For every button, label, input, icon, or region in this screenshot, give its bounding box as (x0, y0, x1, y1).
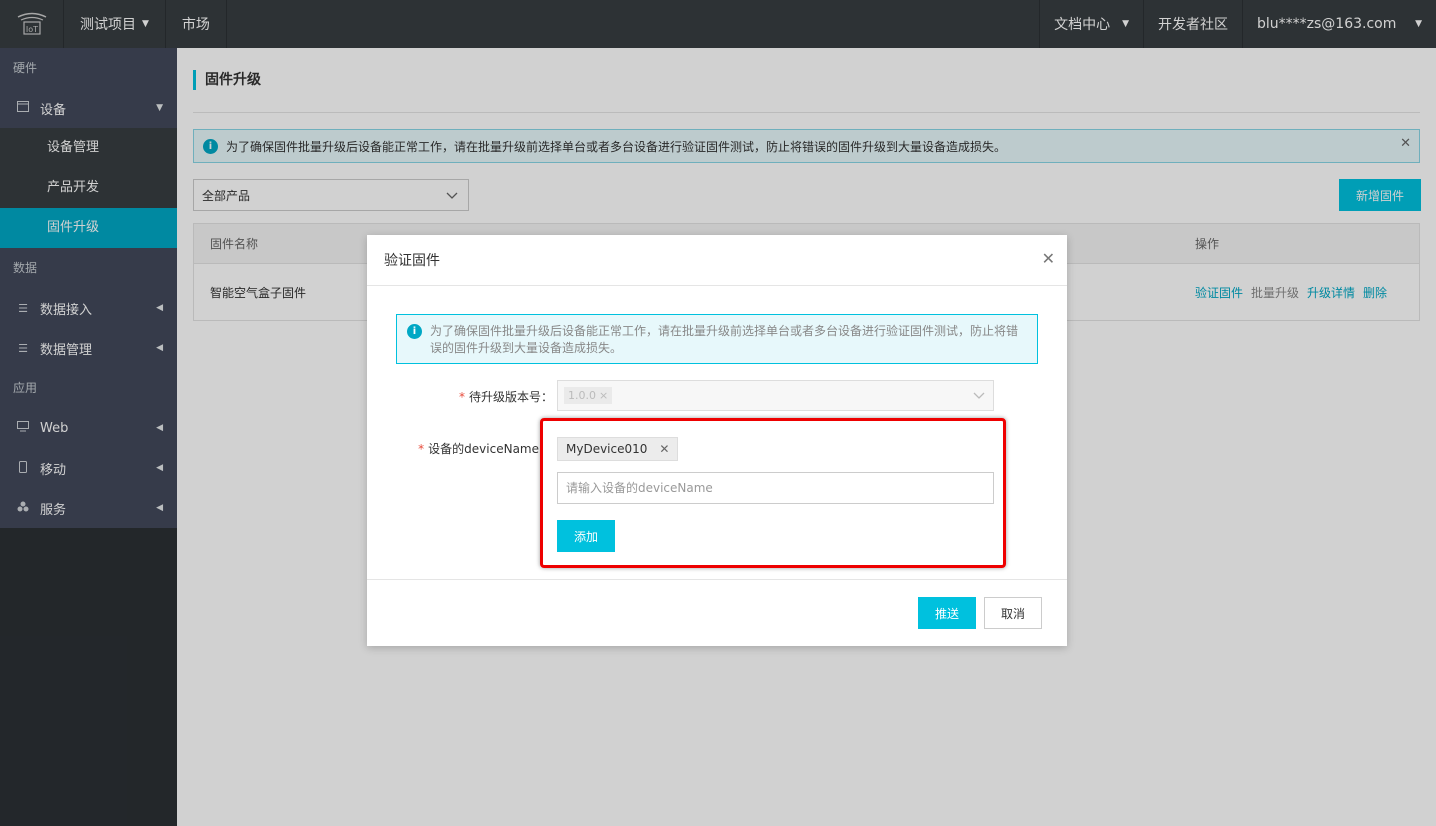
device-tag-text: MyDevice010 (566, 442, 648, 456)
close-icon: × (599, 389, 609, 402)
cancel-button[interactable]: 取消 (984, 597, 1042, 629)
chevron-down-icon (973, 389, 985, 402)
dialog-title: 验证固件 (384, 253, 440, 269)
close-icon[interactable]: ✕ (1042, 249, 1055, 268)
required-mark: * (458, 390, 465, 404)
required-mark: * (418, 442, 425, 456)
push-button[interactable]: 推送 (918, 597, 976, 629)
add-device-button[interactable]: 添加 (557, 520, 615, 552)
device-name-input[interactable] (557, 472, 994, 504)
divider (367, 579, 1067, 580)
dialog-header: 验证固件 ✕ (367, 235, 1067, 286)
version-tag: 1.0.0 × (564, 387, 613, 404)
device-label-text: 设备的deviceName： (428, 442, 551, 456)
version-label-text: 待升级版本号： (468, 390, 553, 404)
info-icon: i (407, 324, 422, 339)
verify-firmware-dialog: 验证固件 ✕ i 为了确保固件批量升级后设备能正常工作，请在批量升级前选择单台或… (367, 235, 1067, 646)
version-value: 1.0.0 (568, 389, 596, 402)
version-select[interactable]: 1.0.0 × (557, 380, 994, 411)
version-label: * 待升级版本号： (427, 388, 553, 405)
dialog-alert-text: 为了确保固件批量升级后设备能正常工作，请在批量升级前选择单台或者多台设备进行验证… (430, 324, 1019, 355)
device-label: * 设备的deviceName： (407, 440, 551, 457)
dialog-info-alert: i 为了确保固件批量升级后设备能正常工作，请在批量升级前选择单台或者多台设备进行… (396, 314, 1038, 364)
device-tag: MyDevice010 ✕ (557, 437, 679, 461)
remove-tag-icon[interactable]: ✕ (659, 442, 669, 456)
